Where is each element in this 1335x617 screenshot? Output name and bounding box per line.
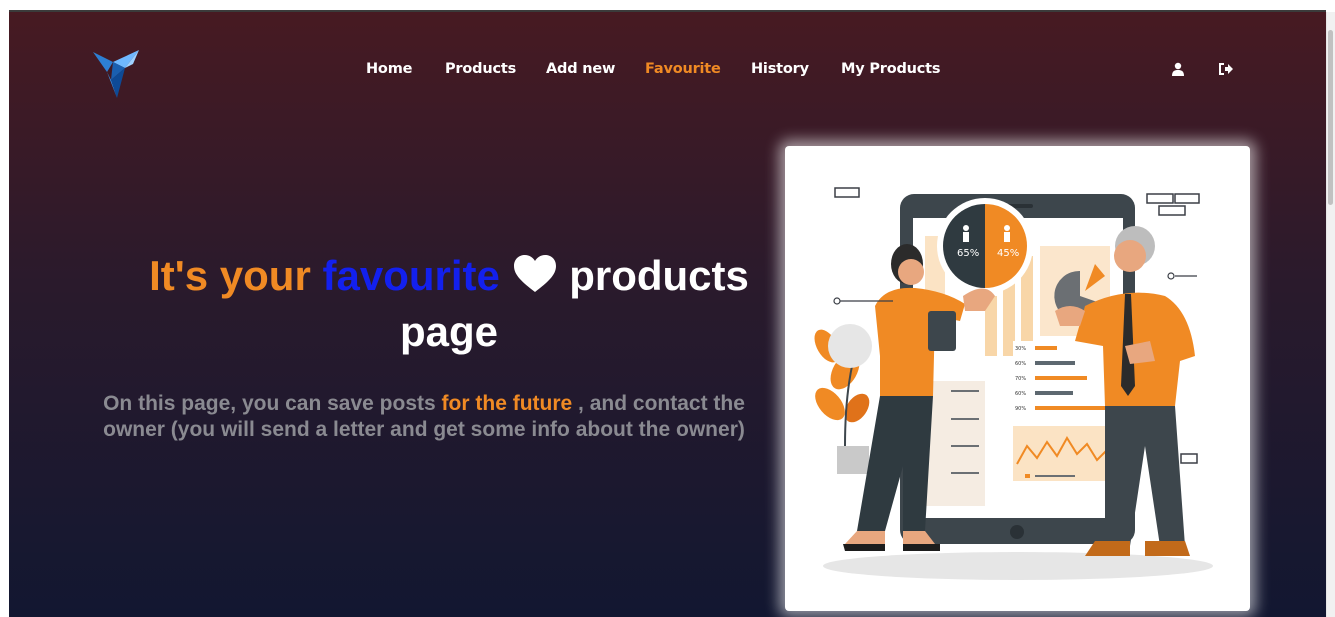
- nav-item-favourite[interactable]: Favourite: [645, 61, 721, 77]
- hero-description-highlight: for the future: [441, 392, 573, 415]
- bar-label: 70%: [1015, 376, 1026, 382]
- hero-title-highlight: favourite: [322, 252, 500, 299]
- page-background: Home Products Add new Favourite History …: [9, 12, 1326, 617]
- nav-item-products[interactable]: Products: [445, 61, 516, 77]
- scrollbar-thumb[interactable]: [1328, 30, 1333, 205]
- hero-description-part1: On this page, you can save posts: [103, 392, 436, 415]
- nav-item-home[interactable]: Home: [366, 61, 412, 77]
- sign-out-icon[interactable]: [1218, 62, 1234, 78]
- hero-description: On this page, you can save posts for the…: [79, 391, 769, 443]
- nav-item-history[interactable]: History: [751, 61, 809, 77]
- hero-title-part4: page: [399, 308, 499, 355]
- chart-right-percent: 45%: [997, 248, 1019, 259]
- illustration-card: 30% 60% 70% 60% 90% 65% 45%: [785, 146, 1250, 611]
- chart-left-percent: 65%: [957, 248, 979, 259]
- bar-label: 90%: [1015, 406, 1026, 412]
- nav-item-add-new[interactable]: Add new: [546, 61, 615, 77]
- bar-label: 60%: [1015, 361, 1026, 367]
- nav-item-my-products[interactable]: My Products: [841, 61, 941, 77]
- user-icon[interactable]: [1171, 62, 1187, 78]
- business-meeting-illustration: 30% 60% 70% 60% 90% 65% 45%: [814, 187, 1213, 580]
- heart-icon: [512, 254, 558, 306]
- hero-title-part3: products: [569, 252, 749, 299]
- hero-title-part1: It's your: [149, 252, 311, 299]
- bar-label: 30%: [1015, 346, 1026, 352]
- hero-title: It's your favourite products page: [59, 250, 839, 358]
- bar-label: 60%: [1015, 391, 1026, 397]
- main-nav: Home Products Add new Favourite History …: [9, 61, 1326, 81]
